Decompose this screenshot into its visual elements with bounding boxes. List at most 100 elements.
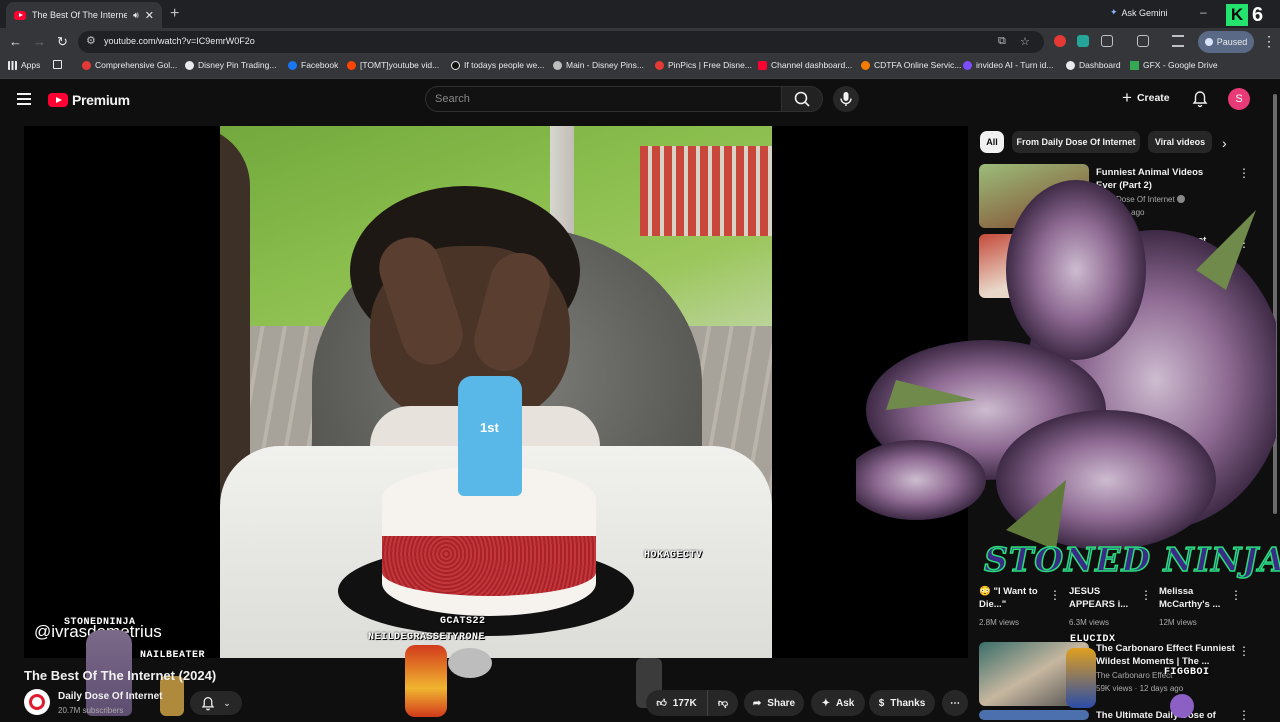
new-tab-button[interactable]: + — [170, 5, 179, 23]
bell-icon — [201, 696, 215, 710]
close-tab-icon[interactable]: ✕ — [145, 9, 154, 22]
browser-menu-icon[interactable]: ⋮ — [1262, 33, 1276, 50]
like-button[interactable]: 👍︎ 177K — [646, 690, 708, 716]
search-button[interactable] — [781, 86, 823, 112]
sprite-robot-character — [448, 648, 492, 678]
viewer-tag: NAILBEATER — [140, 650, 206, 661]
video-cake-crumbs — [382, 536, 596, 596]
invideo-icon — [963, 60, 972, 70]
video-fence — [640, 146, 772, 236]
like-count: 177K — [672, 697, 697, 709]
related-thumbnail[interactable] — [979, 710, 1089, 720]
short-views: 6.3M views — [1069, 618, 1110, 627]
bookmark-label: Main - Disney Pins... — [566, 60, 644, 70]
bookmark-item[interactable]: Dashboard — [1066, 60, 1121, 70]
bookmark-item[interactable]: Comprehensive Gol... — [82, 60, 177, 70]
notifications-button[interactable] — [1192, 90, 1208, 111]
viewer-tag: NEILDEGRASSETYRONE — [368, 632, 486, 643]
extension-red-icon[interactable] — [1054, 35, 1066, 47]
menu-hamburger-icon[interactable] — [17, 93, 31, 108]
bookmark-item[interactable]: CDTFA Online Servic... — [861, 60, 961, 70]
bookmark-item[interactable]: [TOMT]youtube vid... — [347, 60, 439, 70]
viewer-tag: GCATS22 — [440, 616, 486, 627]
video-frame: 1st HOKAGECTV GCATS22 NEILDEGRASSETYRONE — [220, 126, 772, 658]
bookmark-item[interactable]: Facebook — [288, 60, 338, 70]
bookmark-label: invideo AI - Turn id... — [976, 60, 1054, 70]
voice-search-button[interactable] — [833, 86, 859, 112]
short-title[interactable]: Melissa McCarthy's ... — [1159, 585, 1233, 611]
bookmark-star-icon[interactable]: ☆ — [1020, 35, 1030, 48]
sparkle-icon: ✦ — [821, 697, 831, 709]
share-button[interactable]: ➦ Share — [744, 690, 804, 716]
viewer-tag: ELUCIDX — [1070, 634, 1116, 645]
short-title[interactable]: 😳 "I Want to Die..." — [979, 585, 1051, 611]
related-channel: The Carbonaro Effect — [1096, 671, 1173, 680]
bookmark-favicon-icon — [185, 60, 194, 70]
youtube-logo[interactable]: Premium — [48, 92, 130, 108]
related-title[interactable]: The Carbonaro Effect Funniest Wildest Mo… — [1096, 642, 1236, 668]
speaker-icon[interactable]: 🔊︎ — [133, 10, 139, 21]
bookmark-label: If todays people we... — [464, 60, 545, 70]
subscription-bell-button[interactable]: ⌄ — [190, 691, 242, 715]
forward-arrow-icon[interactable]: → — [33, 34, 46, 49]
create-button[interactable]: + Create — [1122, 88, 1170, 108]
search-icon — [794, 91, 810, 107]
video-player[interactable]: 1st HOKAGECTV GCATS22 NEILDEGRASSETYRONE — [24, 126, 968, 658]
account-avatar[interactable]: S — [1228, 88, 1250, 110]
bookmark-label: Channel dashboard... — [771, 60, 853, 70]
dashboard-icon — [1066, 60, 1075, 70]
viewer-tag: STONEDNINJA — [64, 617, 136, 628]
bookmark-item[interactable]: PinPics | Free Disne... — [655, 60, 752, 70]
ask-button[interactable]: ✦ Ask — [811, 690, 865, 716]
microphone-icon — [840, 92, 852, 106]
video-title: The Best Of The Internet (2024) — [24, 668, 217, 683]
thanks-label: Thanks — [890, 697, 926, 709]
channel-name[interactable]: Daily Dose Of Internet — [58, 691, 162, 702]
minimize-button[interactable]: – — [1200, 5, 1207, 19]
extension-teal-icon[interactable] — [1077, 35, 1089, 47]
search-input[interactable]: Search — [425, 86, 781, 112]
thanks-button[interactable]: $ Thanks — [869, 690, 935, 716]
site-info-icon[interactable]: ⚙ — [86, 34, 96, 47]
chevron-right-icon[interactable]: › — [1222, 135, 1227, 151]
url-text: youtube.com/watch?v=IC9emrW0F2o — [104, 36, 255, 46]
more-vertical-icon[interactable]: ⋮ — [1140, 588, 1152, 602]
back-arrow-icon[interactable]: ← — [9, 34, 22, 49]
address-bar[interactable]: ⚙ youtube.com/watch?v=IC9emrW0F2o ⧉ ☆ — [78, 31, 1044, 53]
bookmark-item[interactable]: GFX - Google Drive — [1130, 60, 1218, 70]
profile-paused-button[interactable]: Paused — [1198, 31, 1254, 53]
channel-avatar[interactable] — [24, 689, 50, 715]
bookmark-apps[interactable]: Apps — [8, 60, 40, 70]
bookmark-item[interactable]: If todays people we... — [451, 60, 544, 70]
bookmark-item[interactable]: Disney Pin Trading... — [185, 60, 276, 70]
dislike-button[interactable]: 👎︎ — [708, 690, 738, 716]
more-vertical-icon[interactable]: ⋮ — [1238, 644, 1250, 658]
bookmark-label: Apps — [21, 60, 41, 70]
related-title[interactable]: The Ultimate Daily Dose of — [1096, 709, 1236, 722]
reload-icon[interactable]: ↻ — [57, 34, 68, 50]
apps-grid-icon — [8, 60, 17, 70]
bookmark-item[interactable]: invideo AI - Turn id... — [963, 60, 1053, 70]
ask-gemini-label: Ask Gemini — [1121, 7, 1168, 18]
more-actions-button[interactable]: ⋯ — [942, 690, 968, 716]
bookmark-label: Dashboard — [1079, 60, 1121, 70]
media-controls-icon[interactable] — [1172, 35, 1184, 47]
super-thanks-icon: $ — [878, 697, 885, 709]
more-vertical-icon[interactable]: ⋮ — [1049, 588, 1061, 602]
video-watermark: HOKAGECTV — [644, 550, 703, 561]
side-panel-icon[interactable] — [1137, 35, 1149, 47]
bookmark-item[interactable]: Main - Disney Pins... — [553, 60, 644, 70]
short-title[interactable]: JESUS APPEARS i... — [1069, 585, 1141, 611]
browser-tab-active[interactable]: The Best Of The Internet (2024) 🔊︎ ✕ — [6, 2, 162, 28]
create-label: Create — [1136, 92, 1170, 104]
k-badge-number: 6 — [1252, 3, 1264, 26]
bookmark-item[interactable]: Channel dashboard... — [758, 60, 852, 70]
profile-status: Paused — [1216, 37, 1248, 47]
more-horizontal-icon: ⋯ — [950, 697, 960, 709]
install-app-icon[interactable]: ⧉ — [998, 35, 1006, 48]
sprite-purple-character — [1170, 694, 1194, 718]
ask-gemini-button[interactable]: ✦ Ask Gemini — [1110, 7, 1168, 18]
more-vertical-icon[interactable]: ⋮ — [1230, 588, 1242, 602]
tab-groups-icon[interactable] — [53, 60, 62, 69]
extensions-puzzle-icon[interactable] — [1101, 35, 1113, 47]
